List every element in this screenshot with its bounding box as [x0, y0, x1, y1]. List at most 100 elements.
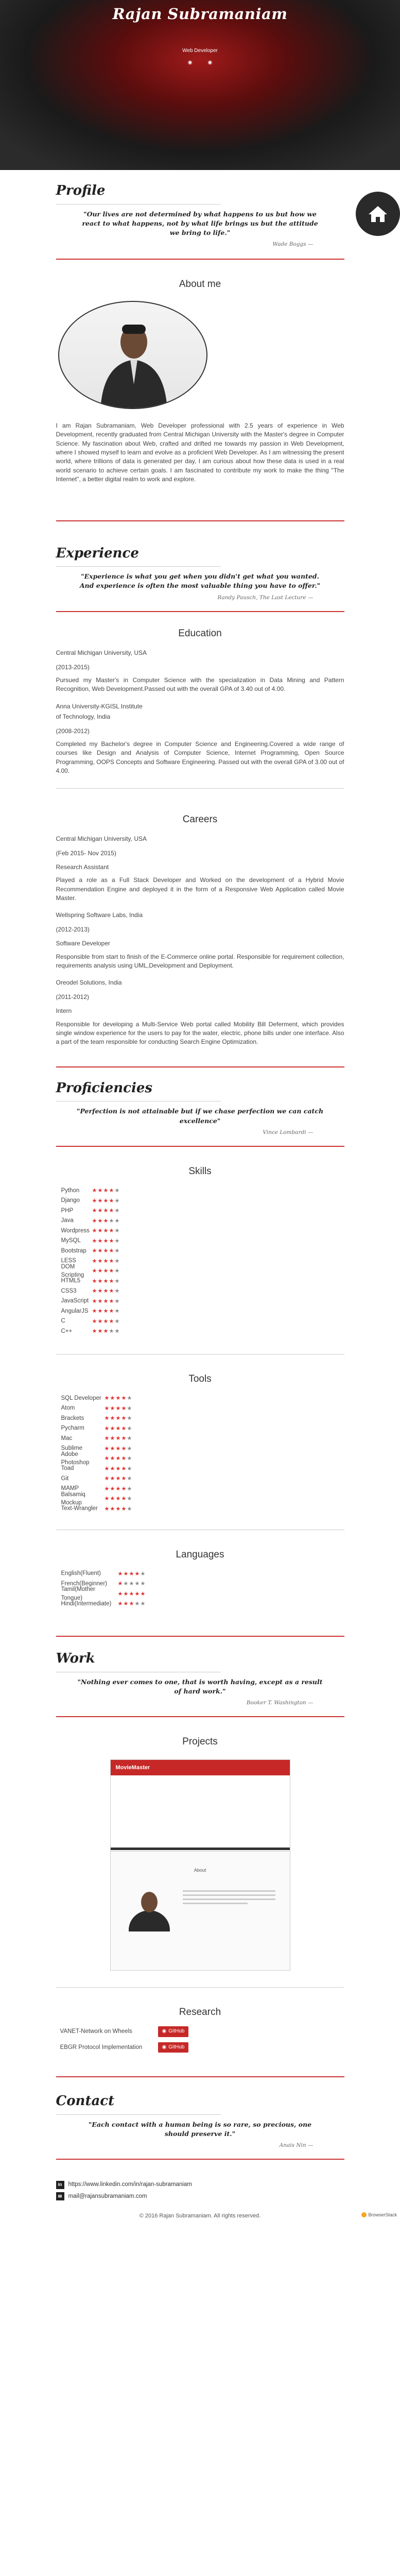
linkedin-link[interactable]: in https://www.linkedin.com/in/rajan-sub…: [56, 2180, 344, 2189]
star-icon: ★: [109, 1208, 114, 1214]
rating-row: Django ★ ★ ★ ★ ★: [61, 1196, 226, 1206]
github-button[interactable]: ◉ GitHub: [158, 2026, 189, 2037]
star-icon: ★: [104, 1405, 110, 1412]
star-icon: ★: [109, 1228, 114, 1234]
star-icon: ★: [97, 1278, 103, 1284]
star-icon: ★: [114, 1188, 120, 1194]
rating-label: AngularJS: [61, 1308, 89, 1314]
github-icon[interactable]: ◉: [188, 59, 193, 67]
star-rating: ★ ★ ★ ★ ★: [92, 1258, 120, 1264]
star-icon: ★: [117, 1590, 123, 1597]
rating-row: Wordpress ★ ★ ★ ★ ★: [61, 1226, 226, 1236]
project-brand: MovieMaster: [110, 1759, 290, 1775]
career-role: Research Assistant: [56, 863, 109, 871]
project-screenshot[interactable]: MovieMaster About: [110, 1759, 290, 1971]
star-icon: ★: [121, 1445, 127, 1452]
star-icon: ★: [109, 1238, 114, 1244]
star-icon: ★: [109, 1278, 114, 1284]
star-icon: ★: [92, 1258, 97, 1264]
star-icon: ★: [103, 1238, 109, 1244]
star-icon: ★: [115, 1455, 121, 1462]
career-item: Oreodel Solutions, India (2011-2012) Int…: [56, 978, 344, 1046]
subtitle: Web Developer: [182, 48, 218, 54]
project-about-label: About: [194, 1867, 206, 1873]
star-icon: ★: [110, 1505, 115, 1512]
rating-row: Tamil(Mother Tongue) ★ ★ ★ ★ ★: [61, 1586, 226, 1601]
star-icon: ★: [129, 1570, 134, 1577]
star-icon: ★: [129, 1590, 134, 1597]
rating-row: Hindi(Intermediate) ★ ★ ★ ★ ★: [61, 1599, 226, 1609]
star-rating: ★ ★ ★ ★ ★: [105, 1455, 132, 1462]
rating-label: Text-Wrangler: [61, 1505, 98, 1512]
school-desc: Pursued my Master's in Computer Science …: [56, 676, 344, 693]
star-icon: ★: [97, 1308, 103, 1315]
experience-title: Experience: [56, 545, 139, 561]
proficiencies-title: Proficiencies: [56, 1080, 153, 1096]
star-icon: ★: [97, 1208, 103, 1214]
star-icon: ★: [121, 1395, 127, 1402]
school-name: Central Michigan University, USA: [56, 649, 147, 657]
github-button[interactable]: ◉ GitHub: [158, 2042, 189, 2053]
career-dates: (2012-2013): [56, 925, 90, 933]
star-icon: ★: [103, 1217, 109, 1224]
school-name-cont: of Technology, India: [56, 713, 111, 721]
star-icon: ★: [134, 1581, 140, 1587]
linkedin-icon[interactable]: ◉: [208, 59, 213, 67]
divider: [56, 611, 344, 612]
star-icon: ★: [114, 1318, 120, 1325]
star-icon: ★: [123, 1581, 129, 1587]
rating-row: DOM Scripting ★ ★ ★ ★ ★: [61, 1264, 226, 1279]
star-icon: ★: [104, 1496, 110, 1502]
star-icon: ★: [127, 1415, 132, 1422]
star-icon: ★: [92, 1217, 97, 1224]
email-link[interactable]: ✉ mail@rajansubramaniam.com: [56, 2192, 344, 2201]
star-rating: ★ ★ ★ ★ ★: [118, 1581, 146, 1587]
star-icon: ★: [117, 1601, 123, 1607]
star-icon: ★: [97, 1197, 103, 1204]
star-icon: ★: [110, 1485, 115, 1492]
rating-row: AngularJS ★ ★ ★ ★ ★: [61, 1306, 226, 1316]
star-icon: ★: [92, 1288, 97, 1295]
rating-label: Atom: [61, 1405, 75, 1412]
star-rating: ★ ★ ★ ★ ★: [105, 1486, 132, 1492]
star-icon: ★: [97, 1188, 103, 1194]
star-icon: ★: [103, 1188, 109, 1194]
rating-label: Java: [61, 1217, 74, 1224]
projects-heading: Projects: [182, 1736, 218, 1748]
rating-label: Wordpress: [61, 1227, 90, 1234]
star-icon: ★: [127, 1445, 132, 1452]
star-icon: ★: [103, 1298, 109, 1304]
education-item: Central Michigan University, USA (2013-2…: [56, 649, 344, 694]
rating-row: Toad ★ ★ ★ ★ ★: [61, 1464, 226, 1474]
career-dates: (2011-2012): [56, 993, 90, 1001]
star-icon: ★: [109, 1188, 114, 1194]
education-item: Anna University-KGISL Institute of Techn…: [56, 702, 344, 776]
star-icon: ★: [129, 1601, 134, 1607]
home-button[interactable]: [356, 192, 400, 236]
star-icon: ★: [115, 1415, 121, 1422]
star-rating: ★ ★ ★ ★ ★: [92, 1298, 120, 1304]
star-icon: ★: [134, 1590, 140, 1597]
rating-label: PHP: [61, 1207, 74, 1214]
star-icon: ★: [110, 1405, 115, 1412]
star-icon: ★: [134, 1601, 140, 1607]
rating-row: HTML5 ★ ★ ★ ★ ★: [61, 1276, 226, 1286]
browserstack-badge[interactable]: BrowserStack: [361, 2212, 397, 2218]
rating-row: Bootstrap ★ ★ ★ ★ ★: [61, 1246, 226, 1256]
star-rating: ★ ★ ★ ★ ★: [118, 1591, 146, 1597]
star-icon: ★: [92, 1248, 97, 1255]
star-icon: ★: [92, 1328, 97, 1335]
profile-title: Profile: [56, 183, 106, 198]
tools-list: SQL Developer ★ ★ ★ ★ ★ Atom ★ ★ ★ ★ ★ Brackets ★ ★ ★ ★ ★…: [61, 1394, 226, 1514]
star-rating: ★ ★ ★ ★ ★: [105, 1426, 132, 1431]
star-icon: ★: [97, 1248, 103, 1255]
star-icon: ★: [110, 1395, 115, 1402]
star-icon: ★: [121, 1476, 127, 1482]
star-rating: ★ ★ ★ ★ ★: [92, 1188, 120, 1194]
profile-quote: "Our lives are not determined by what ha…: [82, 210, 318, 236]
proficiencies-quote-author: Vince Lombardi —: [263, 1129, 314, 1136]
star-icon: ★: [127, 1455, 132, 1462]
rating-row: SQL Developer ★ ★ ★ ★ ★: [61, 1394, 226, 1404]
star-icon: ★: [115, 1445, 121, 1452]
rating-label: C++: [61, 1328, 73, 1334]
